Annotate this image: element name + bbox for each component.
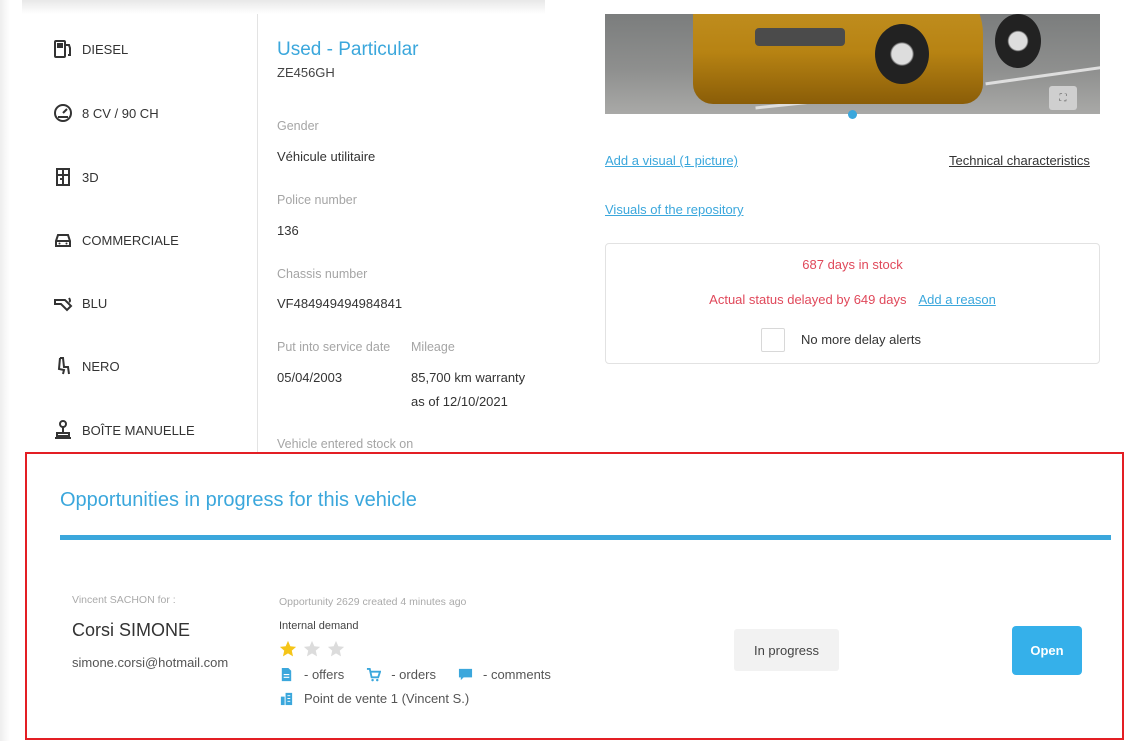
vehicle-status-title: Used - Particular xyxy=(277,39,419,60)
service-date-label: Put into service date xyxy=(277,340,391,354)
plate-number: ZE456GH xyxy=(277,65,335,80)
cart-icon xyxy=(367,667,382,682)
delay-text: Actual status delayed by 649 days xyxy=(709,292,907,307)
spec-color: BLU xyxy=(52,288,107,318)
star-empty-icon[interactable] xyxy=(327,640,345,658)
opportunity-created: Opportunity 2629 created 4 minutes ago xyxy=(279,596,467,608)
status-badge: In progress xyxy=(734,629,839,671)
car-doors-icon xyxy=(56,168,70,186)
spec-doors: 3D xyxy=(52,162,99,192)
police-label: Police number xyxy=(277,193,357,207)
stock-alert-box: 687 days in stock Actual status delayed … xyxy=(605,243,1100,364)
repository-visuals-link[interactable]: Visuals of the repository xyxy=(605,202,744,217)
column-divider xyxy=(257,14,258,466)
comments-label: - comments xyxy=(483,667,551,682)
gender-value: Véhicule utilitaire xyxy=(277,149,376,164)
speedometer-icon xyxy=(54,104,72,122)
chassis-label: Chassis number xyxy=(277,267,368,281)
window-edge xyxy=(0,0,10,741)
delay-line: Actual status delayed by 649 days Add a r… xyxy=(606,292,1099,307)
gender-label: Gender xyxy=(277,119,319,133)
header-shadow xyxy=(22,0,545,14)
interior-seat-icon xyxy=(57,357,70,375)
car-wheel xyxy=(875,24,929,84)
opportunity-type: Internal demand xyxy=(279,620,359,632)
spec-interior-label: NERO xyxy=(82,358,120,374)
spec-power-label: 8 CV / 90 CH xyxy=(82,105,159,121)
comment-icon xyxy=(458,668,473,681)
spec-fuel-label: DIESEL xyxy=(82,41,129,57)
car-grille xyxy=(755,28,845,46)
service-date-value: 05/04/2003 xyxy=(277,370,343,385)
title-underline xyxy=(60,535,1111,540)
offers-count[interactable]: - offers xyxy=(279,667,344,682)
spec-doors-label: 3D xyxy=(82,169,99,185)
mileage-warranty-date: as of 12/10/2021 xyxy=(411,394,508,409)
expand-icon[interactable]: ⛶ xyxy=(1049,86,1077,110)
technical-characteristics-link[interactable]: Technical characteristics xyxy=(949,153,1090,168)
vehicle-photo[interactable] xyxy=(605,14,1100,114)
police-value: 136 xyxy=(277,223,299,238)
no-delay-alerts-label: No more delay alerts xyxy=(801,332,921,347)
carousel-dot[interactable] xyxy=(848,110,857,119)
fuel-pump-icon xyxy=(54,40,71,58)
entered-stock-label: Vehicle entered stock on xyxy=(277,437,414,451)
point-of-sale-label: Point de vente 1 (Vincent S.) xyxy=(304,691,470,706)
no-delay-alerts-checkbox[interactable] xyxy=(761,328,785,352)
spec-fuel: DIESEL xyxy=(52,34,128,64)
car-body-icon xyxy=(55,234,71,247)
point-of-sale: Point de vente 1 (Vincent S.) xyxy=(279,691,469,706)
orders-count[interactable]: - orders xyxy=(366,667,436,682)
building-icon xyxy=(280,692,293,706)
offers-label: - offers xyxy=(304,667,345,682)
customer-name: Corsi SIMONE xyxy=(72,620,191,640)
chassis-value: VF484949494984841 xyxy=(277,296,403,311)
opportunities-title: Opportunities in progress for this vehic… xyxy=(60,489,417,511)
days-in-stock: 687 days in stock xyxy=(802,257,903,272)
spec-gearbox-label: BOÎTE MANUELLE xyxy=(82,422,195,438)
spec-body: COMMERCIALE xyxy=(52,225,179,255)
salesperson-label: Vincent SACHON for : xyxy=(72,594,176,606)
mileage-label: Mileage xyxy=(411,340,455,354)
spec-power: 8 CV / 90 CH xyxy=(52,98,159,128)
comments-count[interactable]: - comments xyxy=(458,667,551,682)
star-filled-icon[interactable] xyxy=(279,640,297,658)
car-wheel xyxy=(995,14,1041,68)
spec-gearbox: BOÎTE MANUELLE xyxy=(52,415,195,445)
add-visual-link[interactable]: Add a visual (1 picture) xyxy=(605,153,738,168)
gearbox-icon xyxy=(55,420,71,439)
opportunities-panel: Opportunities in progress for this vehic… xyxy=(25,452,1124,740)
road-marking xyxy=(985,65,1100,86)
star-empty-icon[interactable] xyxy=(303,640,321,658)
orders-label: - orders xyxy=(391,667,437,682)
mileage-value: 85,700 km warranty xyxy=(411,370,526,385)
paint-color-icon xyxy=(54,297,73,312)
customer-email: simone.corsi@hotmail.com xyxy=(72,655,229,670)
opportunity-counts: - offers - orders - comments xyxy=(279,667,573,682)
spec-body-label: COMMERCIALE xyxy=(82,232,179,248)
spec-interior: NERO xyxy=(52,351,120,381)
spec-color-label: BLU xyxy=(82,295,108,311)
open-button[interactable]: Open xyxy=(1012,626,1082,675)
rating-stars[interactable] xyxy=(279,640,345,658)
document-icon xyxy=(281,667,292,682)
add-reason-link[interactable]: Add a reason xyxy=(918,292,995,307)
